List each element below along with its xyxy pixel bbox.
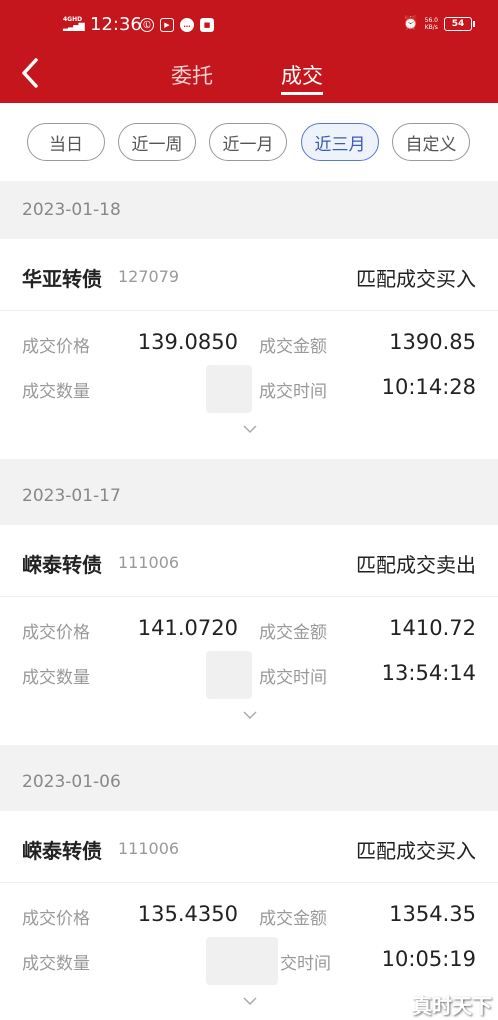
filter-week[interactable]: 近一周 <box>118 123 196 161</box>
quantity-label: 成交数量 <box>22 954 90 974</box>
filter-today[interactable]: 当日 <box>27 123 105 161</box>
signal-icon: ▂▃▅▇ <box>63 22 85 31</box>
time-label: 成交时间 <box>259 668 327 688</box>
date-header: 2023-01-18 <box>0 181 498 239</box>
price-value: 141.0720 <box>137 616 238 640</box>
price-value: 139.0850 <box>137 330 238 354</box>
amount-value: 1390.85 <box>389 330 476 354</box>
amount-label: 成交金额 <box>259 623 327 643</box>
amount-label: 成交金额 <box>259 337 327 357</box>
bond-name: 华亚转债 <box>22 267 102 291</box>
network-indicator: 4GHD ▂▃▅▇ <box>63 16 85 31</box>
trade-card[interactable]: 嵘泰转债 111006 匹配成交卖出 成交价格 141.0720 成交金额 14… <box>0 525 498 745</box>
date-filter-bar: 当日 近一周 近一月 近三月 自定义 <box>0 103 498 181</box>
status-time: 12:36 <box>90 14 142 35</box>
date-header: 2023-01-06 <box>0 753 498 811</box>
watermark: 真时天下 <box>412 994 492 1018</box>
price-label: 成交价格 <box>22 337 90 357</box>
time-value: 10:14:28 <box>381 375 476 399</box>
chevron-down-icon[interactable] <box>242 996 258 1006</box>
bond-code: 111006 <box>118 839 180 858</box>
status-right: ⏰ 56.0 KB/s 54 <box>402 16 475 31</box>
notification-icons: Ⓛ ▶ … ■ <box>140 18 214 32</box>
alarm-icon: ⏰ <box>402 16 419 31</box>
quantity-label: 成交数量 <box>22 382 90 402</box>
quantity-label: 成交数量 <box>22 668 90 688</box>
tab-orders[interactable]: 委托 <box>171 60 213 90</box>
price-label: 成交价格 <box>22 909 90 929</box>
filter-three-months[interactable]: 近三月 <box>301 123 379 161</box>
network-speed: 56.0 KB/s <box>424 16 438 31</box>
battery-icon: 54 <box>444 16 475 31</box>
price-value: 135.4350 <box>137 902 238 926</box>
app-notification-icon: Ⓛ <box>140 18 154 32</box>
news-app-icon: ■ <box>200 18 214 32</box>
battery-level: 54 <box>451 18 465 29</box>
video-icon: ▶ <box>160 18 174 32</box>
date-header: 2023-01-17 <box>0 467 498 525</box>
amount-value: 1354.35 <box>389 902 476 926</box>
trade-type: 匹配成交买入 <box>356 267 476 291</box>
tab-bar: 委托 成交 <box>0 60 498 100</box>
chevron-down-icon[interactable] <box>242 424 258 434</box>
time-label: 成交时间 <box>259 382 327 402</box>
filter-month[interactable]: 近一月 <box>209 123 287 161</box>
filter-custom[interactable]: 自定义 <box>392 123 470 161</box>
trade-title-row: 嵘泰转债 111006 匹配成交卖出 <box>0 525 498 597</box>
bond-name: 嵘泰转债 <box>22 839 102 863</box>
bond-code: 127079 <box>118 267 180 286</box>
chat-icon: … <box>180 18 194 32</box>
trade-title-row: 嵘泰转债 111006 匹配成交买入 <box>0 811 498 883</box>
tab-trades[interactable]: 成交 <box>281 60 323 95</box>
chevron-down-icon[interactable] <box>242 710 258 720</box>
trade-type: 匹配成交卖出 <box>356 553 476 577</box>
amount-label: 成交金额 <box>259 909 327 929</box>
time-value: 13:54:14 <box>381 661 476 685</box>
status-bar: 4GHD ▂▃▅▇ 12:36 Ⓛ ▶ … ■ ⏰ 56.0 KB/s 54 <box>0 0 498 50</box>
amount-value: 1410.72 <box>389 616 476 640</box>
trade-title-row: 华亚转债 127079 匹配成交买入 <box>0 239 498 311</box>
price-label: 成交价格 <box>22 623 90 643</box>
app-header: 4GHD ▂▃▅▇ 12:36 Ⓛ ▶ … ■ ⏰ 56.0 KB/s 54 委… <box>0 0 498 103</box>
redacted-quantity <box>206 937 278 985</box>
bond-code: 111006 <box>118 553 180 572</box>
redacted-quantity <box>206 651 252 699</box>
trade-card[interactable]: 嵘泰转债 111006 匹配成交买入 成交价格 135.4350 成交金额 13… <box>0 811 498 1020</box>
time-label: 交时间 <box>280 954 331 974</box>
time-value: 10:05:19 <box>381 947 476 971</box>
redacted-quantity <box>206 365 252 413</box>
bond-name: 嵘泰转债 <box>22 553 102 577</box>
trade-card[interactable]: 华亚转债 127079 匹配成交买入 成交价格 139.0850 成交金额 13… <box>0 239 498 459</box>
trade-type: 匹配成交买入 <box>356 839 476 863</box>
